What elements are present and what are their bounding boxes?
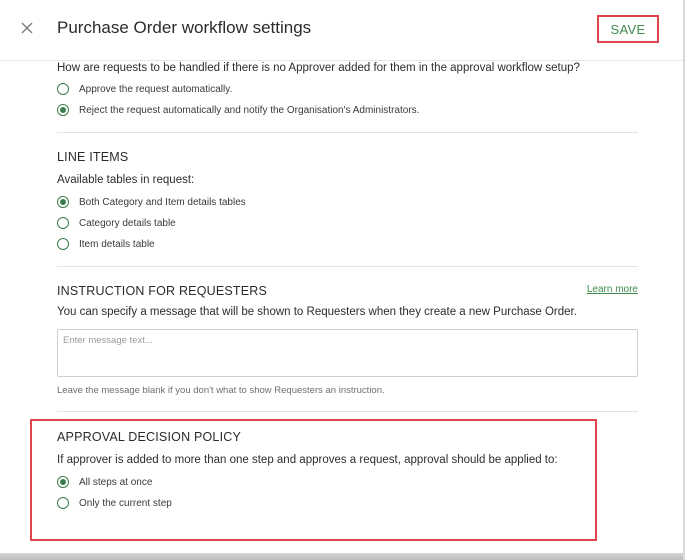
approval-policy-title: APPROVAL DECISION POLICY bbox=[57, 430, 242, 444]
radio-all-steps[interactable]: All steps at once bbox=[57, 474, 152, 490]
page-title: Purchase Order workflow settings bbox=[57, 18, 312, 37]
line-items-question: Available tables in request: bbox=[57, 174, 195, 186]
radio-reject-automatically[interactable]: Reject the request automatically and not… bbox=[57, 102, 419, 118]
dialog-header: Purchase Order workflow settings SAVE bbox=[0, 0, 685, 61]
radio-label: Item details table bbox=[79, 238, 155, 250]
radio-label: Approve the request automatically. bbox=[79, 83, 233, 95]
save-button[interactable]: SAVE bbox=[597, 15, 659, 43]
divider bbox=[57, 132, 638, 133]
radio-dot bbox=[60, 107, 66, 113]
radio-dot bbox=[60, 479, 66, 485]
no-approver-question: How are requests to be handled if there … bbox=[57, 62, 580, 74]
close-button[interactable] bbox=[17, 18, 37, 38]
radio-category-table[interactable]: Category details table bbox=[57, 215, 176, 231]
radio-button-selected[interactable] bbox=[57, 196, 69, 208]
radio-button[interactable] bbox=[57, 83, 69, 95]
radio-label: Category details table bbox=[79, 217, 176, 229]
approval-policy-question: If approver is added to more than one st… bbox=[57, 454, 558, 466]
radio-dot bbox=[60, 199, 66, 205]
bottom-edge bbox=[0, 553, 685, 560]
divider bbox=[57, 411, 638, 412]
radio-approve-automatically[interactable]: Approve the request automatically. bbox=[57, 81, 232, 97]
radio-button[interactable] bbox=[57, 497, 69, 509]
radio-item-table[interactable]: Item details table bbox=[57, 236, 155, 252]
radio-button[interactable] bbox=[57, 217, 69, 229]
message-hint: Leave the message blank if you don't wha… bbox=[57, 385, 385, 396]
radio-button-selected[interactable] bbox=[57, 104, 69, 116]
radio-label: Only the current step bbox=[79, 497, 172, 509]
radio-current-step[interactable]: Only the current step bbox=[57, 495, 172, 511]
line-items-title: LINE ITEMS bbox=[57, 150, 129, 164]
divider bbox=[57, 266, 638, 267]
radio-label: Reject the request automatically and not… bbox=[79, 104, 420, 116]
instruction-title: INSTRUCTION FOR REQUESTERS bbox=[57, 284, 268, 298]
message-input[interactable] bbox=[57, 329, 638, 377]
radio-label: Both Category and Item details tables bbox=[79, 196, 246, 208]
close-icon bbox=[21, 22, 33, 34]
instruction-description: You can specify a message that will be s… bbox=[57, 306, 577, 318]
learn-more-link[interactable]: Learn more bbox=[587, 284, 638, 295]
radio-label: All steps at once bbox=[79, 476, 153, 488]
radio-both-tables[interactable]: Both Category and Item details tables bbox=[57, 194, 246, 210]
radio-button-selected[interactable] bbox=[57, 476, 69, 488]
radio-button[interactable] bbox=[57, 238, 69, 250]
